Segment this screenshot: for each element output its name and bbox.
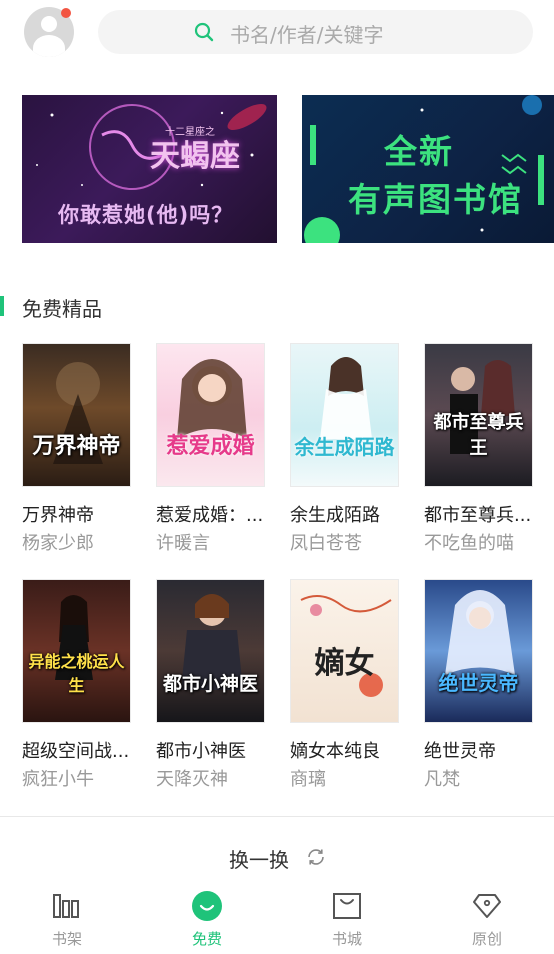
nav-bookshelf-label: 书架 <box>51 930 82 948</box>
book-author: 许暖言 <box>156 533 210 554</box>
book-title: 余生成陌路 <box>290 505 380 526</box>
book-cover: 嫡女 <box>290 579 399 723</box>
avatar-head <box>41 16 57 32</box>
book-cover-title: 余生成陌路 <box>294 435 395 459</box>
book-author: 商璃 <box>290 769 326 790</box>
banner-audio-library[interactable]: 全新 有声图书馆 <box>302 95 554 243</box>
book-title: 绝世灵帝 <box>424 741 496 762</box>
divider <box>0 816 554 817</box>
book-cover-title: 万界神帝 <box>32 434 121 459</box>
refresh-button[interactable]: 换一换 <box>229 844 289 873</box>
notification-dot <box>61 8 71 18</box>
book-cover: 绝世灵帝 <box>424 579 533 723</box>
book-card[interactable]: 都市至尊兵王 都市至尊兵... 不吃鱼的喵 <box>424 343 534 554</box>
book-card[interactable]: 绝世灵帝 绝世灵帝 凡梵 <box>424 579 534 790</box>
avatar-body <box>33 35 65 57</box>
bookstore-icon <box>333 893 361 919</box>
book-cover-title: 都市至尊兵王 <box>433 412 524 459</box>
section-title: 免费精品 <box>22 297 102 321</box>
book-title: 超级空间战... <box>22 741 130 762</box>
search-icon <box>194 22 214 42</box>
book-author: 凡梵 <box>424 769 460 790</box>
bookshelf-icon <box>53 894 79 918</box>
search-input[interactable]: 书名/作者/关键字 <box>98 10 533 54</box>
book-author: 杨家少郎 <box>22 533 94 554</box>
nav-free-label: 免费 <box>191 930 222 948</box>
book-title: 惹爱成婚：... <box>156 505 264 526</box>
nav-bookstore-label: 书城 <box>331 930 362 948</box>
book-author: 不吃鱼的喵 <box>424 533 514 554</box>
original-icon <box>473 894 501 918</box>
section-indicator <box>0 296 4 316</box>
book-author: 天降灭神 <box>156 769 228 790</box>
book-cover: 异能之桃运人生 <box>22 579 131 723</box>
book-cover: 余生成陌路 <box>290 343 399 487</box>
search-placeholder: 书名/作者/关键字 <box>230 23 384 47</box>
banner-scorpio-title: 天蝎座 <box>150 139 240 174</box>
book-title: 万界神帝 <box>22 505 94 526</box>
book-cover-title: 都市小神医 <box>162 673 258 695</box>
book-card[interactable]: 都市小神医 都市小神医 天降灭神 <box>156 579 266 790</box>
book-cover-title: 嫡女 <box>314 646 375 681</box>
book-title: 都市小神医 <box>156 741 246 762</box>
book-cover-title: 异能之桃运人生 <box>28 652 125 695</box>
book-cover-title: 惹爱成婚 <box>166 434 255 459</box>
book-card[interactable]: 惹爱成婚 惹爱成婚：... 许暖言 <box>156 343 266 554</box>
book-title: 都市至尊兵... <box>424 505 532 526</box>
banner-audio-line2: 有声图书馆 <box>348 180 523 219</box>
banner-scorpio[interactable]: 十二星座之 天蝎座 你敢惹她(他)吗？ <box>22 95 277 243</box>
book-cover: 都市小神医 <box>156 579 265 723</box>
book-cover: 万界神帝 <box>22 343 131 487</box>
book-cover: 惹爱成婚 <box>156 343 265 487</box>
refresh-icon[interactable] <box>305 846 327 868</box>
book-cover: 都市至尊兵王 <box>424 343 533 487</box>
banner-audio-line1: 全新 <box>384 132 454 171</box>
book-card[interactable]: 余生成陌路 余生成陌路 凤白苍苍 <box>290 343 400 554</box>
book-card[interactable]: 异能之桃运人生 超级空间战... 疯狂小牛 <box>22 579 132 790</box>
book-card[interactable]: 嫡女 嫡女本纯良 商璃 <box>290 579 400 790</box>
book-cover-title: 绝世灵帝 <box>438 671 519 695</box>
book-author: 疯狂小牛 <box>22 769 94 790</box>
nav-original-label: 原创 <box>471 930 502 948</box>
banner-scorpio-subtitle: 你敢惹她(他)吗？ <box>58 203 234 227</box>
book-title: 嫡女本纯良 <box>290 741 380 762</box>
free-icon <box>192 891 222 921</box>
book-author: 凤白苍苍 <box>290 533 362 554</box>
book-card[interactable]: 万界神帝 万界神帝 杨家少郎 <box>22 343 132 554</box>
